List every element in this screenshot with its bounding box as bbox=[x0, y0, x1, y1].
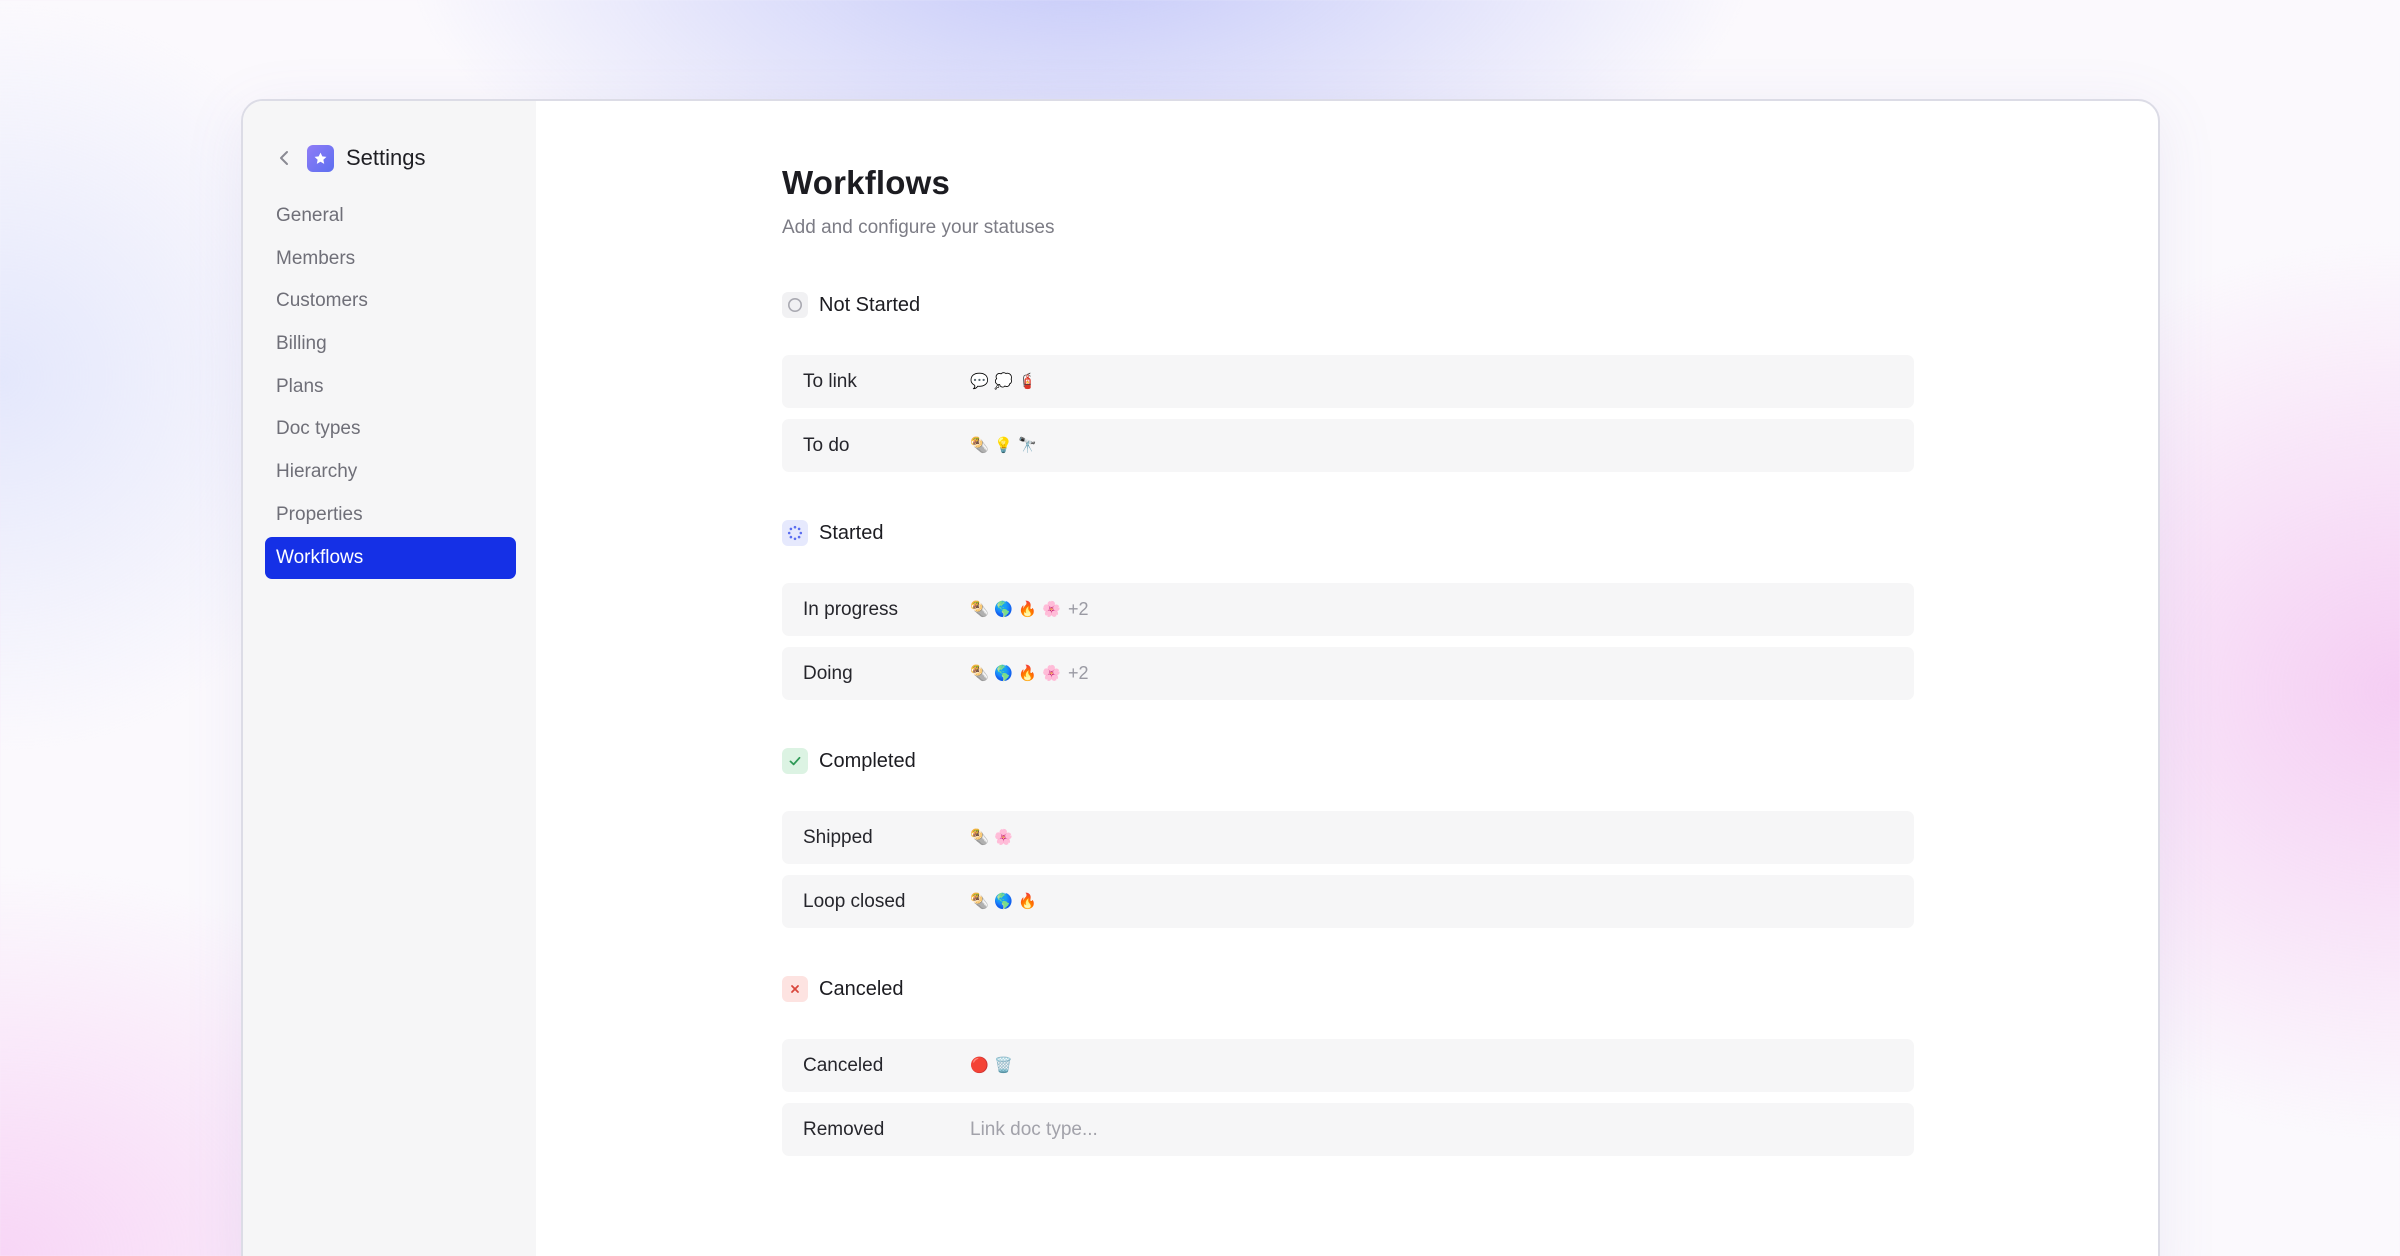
group-label: Canceled bbox=[819, 977, 904, 1000]
link-doc-type-input[interactable]: Link doc type... bbox=[970, 1119, 1098, 1141]
blossom-icon: 🌸 bbox=[994, 828, 1013, 846]
sidebar-header: Settings bbox=[274, 141, 426, 175]
row-emojis: 💬 💭 🧯 bbox=[970, 372, 1042, 392]
speech-bubble-icon: 💬 bbox=[970, 372, 989, 390]
blossom-icon: 🌸 bbox=[1042, 600, 1061, 618]
sidebar-item-plans[interactable]: Plans bbox=[265, 366, 516, 408]
group-label: Completed bbox=[819, 749, 916, 772]
burrito-icon: 🌯 bbox=[970, 892, 989, 910]
sidebar-item-doc-types[interactable]: Doc types bbox=[265, 408, 516, 450]
row-emojis: 🌯 🌎 🔥 bbox=[970, 892, 1042, 912]
workflow-row-to-do[interactable]: To do 🌯 💡 🔭 bbox=[782, 419, 1914, 472]
chevron-left-icon[interactable] bbox=[274, 143, 294, 173]
globe-icon: 🌎 bbox=[994, 892, 1013, 910]
sidebar-item-members[interactable]: Members bbox=[265, 238, 516, 280]
workflow-row-to-link[interactable]: To link 💬 💭 🧯 bbox=[782, 355, 1914, 408]
workflow-row-in-progress[interactable]: In progress 🌯 🌎 🔥 🌸 +2 bbox=[782, 583, 1914, 636]
row-emojis: 🔴 🗑️ bbox=[970, 1056, 1018, 1076]
page-subtitle: Add and configure your statuses bbox=[782, 217, 1055, 238]
sidebar-item-billing[interactable]: Billing bbox=[265, 323, 516, 365]
workflow-row-doing[interactable]: Doing 🌯 🌎 🔥 🌸 +2 bbox=[782, 647, 1914, 700]
more-count: +2 bbox=[1068, 663, 1089, 683]
row-emojis: 🌯 🌸 bbox=[970, 828, 1018, 848]
page-title: Workflows bbox=[782, 164, 951, 201]
fire-icon: 🔥 bbox=[1018, 664, 1037, 682]
status-group-started: Started In progress 🌯 🌎 🔥 🌸 +2 Doing 🌯 🌎… bbox=[782, 519, 1914, 700]
group-header: Started bbox=[782, 519, 1914, 547]
group-label: Started bbox=[819, 521, 884, 544]
main-panel: Workflows Add and configure your statuse… bbox=[536, 101, 2158, 1256]
globe-icon: 🌎 bbox=[994, 664, 1013, 682]
row-emojis: 🌯 💡 🔭 bbox=[970, 436, 1042, 456]
group-header: Completed bbox=[782, 747, 1914, 775]
thought-bubble-icon: 💭 bbox=[994, 372, 1013, 390]
row-emojis: 🌯 🌎 🔥 🌸 +2 bbox=[970, 599, 1089, 620]
telescope-icon: 🔭 bbox=[1018, 436, 1037, 454]
x-mark-icon bbox=[782, 976, 808, 1002]
wastebasket-icon: 🗑️ bbox=[994, 1056, 1013, 1074]
row-emojis: 🌯 🌎 🔥 🌸 +2 bbox=[970, 663, 1089, 684]
group-header: Not Started bbox=[782, 291, 1914, 319]
settings-window: Settings General Members Customers Billi… bbox=[241, 99, 2160, 1256]
globe-icon: 🌎 bbox=[994, 600, 1013, 618]
sidebar-item-customers[interactable]: Customers bbox=[265, 280, 516, 322]
checkmark-icon bbox=[782, 748, 808, 774]
burrito-icon: 🌯 bbox=[970, 828, 989, 846]
status-group-not-started: Not Started To link 💬 💭 🧯 To do 🌯 💡 🔭 bbox=[782, 291, 1914, 472]
group-header: Canceled bbox=[782, 975, 1914, 1003]
group-label: Not Started bbox=[819, 293, 921, 316]
sidebar-title: Settings bbox=[346, 145, 426, 170]
more-count: +2 bbox=[1068, 599, 1089, 619]
fire-extinguisher-icon: 🧯 bbox=[1018, 372, 1037, 390]
settings-sidebar: Settings General Members Customers Billi… bbox=[243, 101, 536, 1256]
fire-icon: 🔥 bbox=[1018, 892, 1037, 910]
star-icon bbox=[307, 144, 334, 172]
blossom-icon: 🌸 bbox=[1042, 664, 1061, 682]
row-name: Loop closed bbox=[803, 890, 906, 912]
burrito-icon: 🌯 bbox=[970, 436, 989, 454]
workflows-content: Workflows Add and configure your statuse… bbox=[782, 163, 1914, 1156]
burrito-icon: 🌯 bbox=[970, 600, 989, 618]
burrito-icon: 🌯 bbox=[970, 664, 989, 682]
status-group-completed: Completed Shipped 🌯 🌸 Loop closed 🌯 🌎 🔥 bbox=[782, 747, 1914, 928]
settings-nav: General Members Customers Billing Plans … bbox=[265, 195, 516, 579]
row-name: Removed bbox=[803, 1118, 885, 1140]
workflow-row-removed[interactable]: Removed Link doc type... bbox=[782, 1103, 1914, 1156]
light-bulb-icon: 💡 bbox=[994, 436, 1013, 454]
row-name: Doing bbox=[803, 662, 853, 684]
workflow-row-shipped[interactable]: Shipped 🌯 🌸 bbox=[782, 811, 1914, 864]
row-name: To do bbox=[803, 434, 850, 456]
sidebar-item-hierarchy[interactable]: Hierarchy bbox=[265, 451, 516, 493]
row-name: Shipped bbox=[803, 826, 873, 848]
sidebar-item-properties[interactable]: Properties bbox=[265, 494, 516, 536]
row-name: Canceled bbox=[803, 1054, 884, 1076]
row-name: In progress bbox=[803, 598, 899, 620]
empty-circle-icon bbox=[782, 292, 808, 318]
sidebar-item-general[interactable]: General bbox=[265, 195, 516, 237]
workflow-row-loop-closed[interactable]: Loop closed 🌯 🌎 🔥 bbox=[782, 875, 1914, 928]
sidebar-item-workflows[interactable]: Workflows bbox=[265, 536, 516, 579]
workflow-row-canceled[interactable]: Canceled 🔴 🗑️ bbox=[782, 1039, 1914, 1092]
status-group-canceled: Canceled Canceled 🔴 🗑️ Removed Link doc … bbox=[782, 975, 1914, 1156]
row-name: To link bbox=[803, 370, 857, 392]
red-circle-icon: 🔴 bbox=[970, 1056, 989, 1074]
progress-spinner-icon bbox=[782, 520, 808, 546]
fire-icon: 🔥 bbox=[1018, 600, 1037, 618]
